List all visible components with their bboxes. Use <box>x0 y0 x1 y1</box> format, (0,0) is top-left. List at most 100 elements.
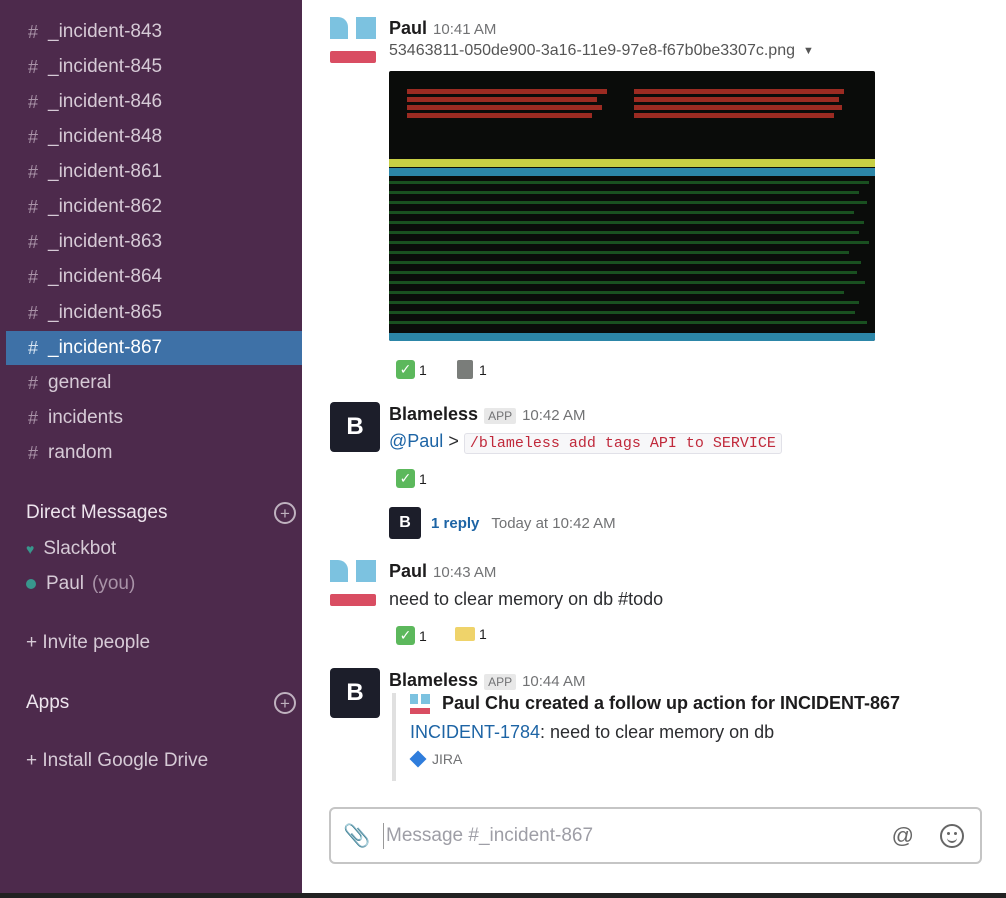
book-icon <box>457 360 473 379</box>
channel-label: _incident-861 <box>48 161 163 182</box>
blameless-avatar[interactable]: B <box>330 668 380 718</box>
slack-window: # _incident-843 # _incident-845 # _incident… <box>0 0 1006 898</box>
channel-label: _incident-863 <box>48 231 163 252</box>
reaction-count: 1 <box>479 626 487 642</box>
dm-suffix: (you) <box>92 573 136 594</box>
invite-people-link[interactable]: + Invite people <box>26 632 150 654</box>
attachment-body: INCIDENT-1784: need to clear memory on d… <box>410 722 952 743</box>
direct-messages-header[interactable]: Direct Messages + <box>26 502 296 524</box>
channel-incidents[interactable]: # incidents <box>6 401 302 435</box>
message-composer: 📎 @ <box>329 807 982 864</box>
paperclip-icon[interactable]: 📎 <box>331 823 383 849</box>
install-google-drive-link[interactable]: + Install Google Drive <box>26 750 208 772</box>
jira-issue-link[interactable]: INCIDENT-1784 <box>410 722 540 742</box>
timestamp[interactable]: 10:43 AM <box>433 564 496 581</box>
channel-label: _incident-862 <box>48 196 163 217</box>
hash-icon: # <box>28 372 39 393</box>
channel-general[interactable]: # general <box>6 366 302 400</box>
channel-label: _incident-846 <box>48 91 163 112</box>
paul-mini-avatar-icon <box>410 693 430 714</box>
hash-icon: # <box>28 21 39 42</box>
paul-avatar[interactable] <box>330 17 376 63</box>
channel-label: _incident-865 <box>48 302 163 323</box>
arrow-text: > <box>448 431 459 451</box>
channel-incident-845[interactable]: # _incident-845 <box>6 50 302 84</box>
reaction-count: 1 <box>419 361 427 378</box>
add-dm-icon[interactable]: + <box>274 502 296 524</box>
message-header: Paul 10:41 AM <box>389 18 496 39</box>
presence-icon <box>26 579 36 589</box>
paul-avatar[interactable] <box>330 560 376 606</box>
channel-incident-863[interactable]: # _incident-863 <box>6 225 302 259</box>
sidebar: # _incident-843 # _incident-845 # _incident… <box>0 0 302 898</box>
timestamp[interactable]: 10:42 AM <box>522 407 585 424</box>
apps-label: Apps <box>26 692 70 713</box>
thread-replies[interactable]: B 1 reply Today at 10:42 AM <box>389 507 616 539</box>
heart-icon: ♥ <box>26 541 35 557</box>
channel-label: _incident-845 <box>48 56 163 77</box>
white-check-mark-icon: ✓ <box>396 469 415 488</box>
hash-icon: # <box>28 337 39 358</box>
reaction-check[interactable]: ✓ 1 <box>396 360 427 379</box>
reply-avatar: B <box>389 507 421 539</box>
apps-header[interactable]: Apps + <box>26 692 296 714</box>
footer-text: JIRA <box>432 751 463 767</box>
reaction-check[interactable]: ✓ 1 <box>396 626 427 645</box>
hash-icon: # <box>28 266 39 287</box>
channel-incident-867[interactable]: # _incident-867 <box>6 331 302 365</box>
follow-up-attachment: Paul Chu created a follow up action for … <box>392 693 952 781</box>
channel-incident-862[interactable]: # _incident-862 <box>6 190 302 224</box>
channel-incident-846[interactable]: # _incident-846 <box>6 85 302 119</box>
reply-count-link[interactable]: 1 reply <box>431 515 479 532</box>
channel-incident-848[interactable]: # _incident-848 <box>6 120 302 154</box>
channel-incident-843[interactable]: # _incident-843 <box>6 15 302 49</box>
white-check-mark-icon: ✓ <box>396 626 415 645</box>
hash-icon: # <box>28 407 39 428</box>
author-name[interactable]: Blameless <box>389 670 478 691</box>
dm-paul[interactable]: Paul (you) <box>26 573 135 595</box>
reply-time: Today at 10:42 AM <box>491 514 616 532</box>
attachment-body-text: : need to clear memory on db <box>540 722 775 742</box>
author-name[interactable]: Blameless <box>389 404 478 425</box>
channel-label: _incident-864 <box>48 266 163 287</box>
window-bottom-edge <box>0 893 1006 898</box>
channel-incident-865[interactable]: # _incident-865 <box>6 296 302 330</box>
attachment-footer: JIRA <box>409 750 952 768</box>
reaction-check[interactable]: ✓ 1 <box>396 469 427 488</box>
slash-command: /blameless add tags API to SERVICE <box>463 433 782 454</box>
reaction-book[interactable]: 1 <box>457 360 487 379</box>
file-name-text: 53463811-050de900-3a16-11e9-97e8-f67b0be… <box>389 42 795 59</box>
message-header: Paul 10:43 AM <box>389 561 496 582</box>
hash-icon: # <box>28 302 39 323</box>
user-mention[interactable]: @Paul <box>389 431 443 451</box>
channel-label: _incident-867 <box>48 337 163 358</box>
blameless-avatar[interactable]: B <box>330 402 380 452</box>
file-name[interactable]: 53463811-050de900-3a16-11e9-97e8-f67b0be… <box>389 42 814 60</box>
channel-label: _incident-843 <box>48 21 163 42</box>
timestamp[interactable]: 10:41 AM <box>433 21 496 38</box>
attachment-title: Paul Chu created a follow up action for … <box>410 693 952 714</box>
dm-name: Slackbot <box>43 538 117 559</box>
message-input[interactable] <box>383 822 892 849</box>
author-name[interactable]: Paul <box>389 561 427 582</box>
emoji-icon[interactable] <box>940 823 964 848</box>
channel-incident-864[interactable]: # _incident-864 <box>6 260 302 294</box>
mention-icon[interactable]: @ <box>892 823 914 849</box>
image-attachment[interactable] <box>389 71 875 341</box>
hash-icon: # <box>28 161 39 182</box>
timestamp[interactable]: 10:44 AM <box>522 673 585 690</box>
channel-random[interactable]: # random <box>6 436 302 470</box>
dm-slackbot[interactable]: ♥ Slackbot <box>26 538 116 560</box>
reaction-count: 1 <box>419 627 427 644</box>
channel-incident-861[interactable]: # _incident-861 <box>6 155 302 189</box>
attachment-title-text: Paul Chu created a follow up action for … <box>442 693 901 713</box>
add-app-icon[interactable]: + <box>274 692 296 714</box>
reaction-memo[interactable]: 1 <box>455 626 487 642</box>
memo-icon <box>455 627 475 641</box>
message-header: Blameless APP 10:44 AM <box>389 670 585 691</box>
dm-name: Paul <box>46 573 85 594</box>
author-name[interactable]: Paul <box>389 18 427 39</box>
reaction-count: 1 <box>479 361 487 378</box>
chevron-down-icon[interactable]: ▼ <box>803 45 814 57</box>
message-text: need to clear memory on db #todo <box>389 589 664 609</box>
